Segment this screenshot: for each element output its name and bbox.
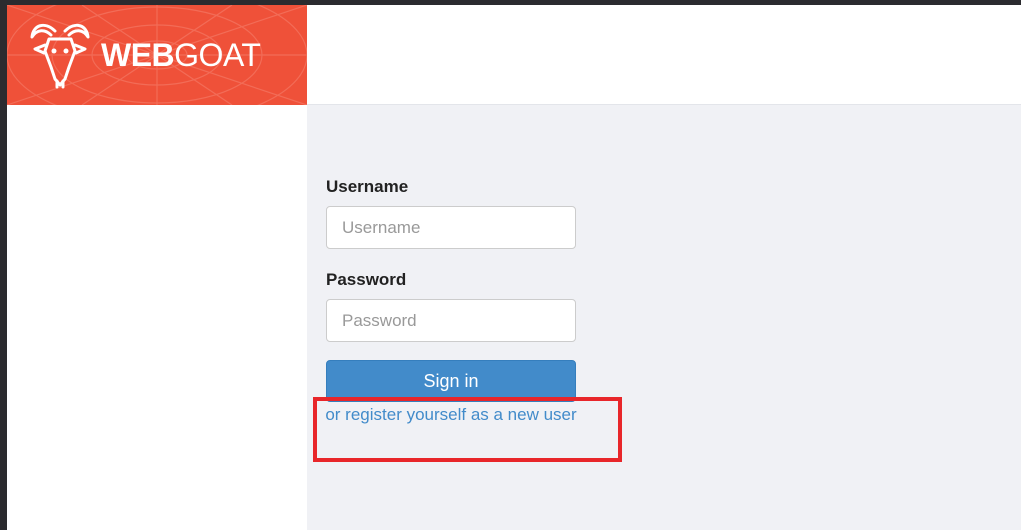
brand-name: WEBGOAT xyxy=(101,35,261,75)
register-link[interactable]: or register yourself as a new user xyxy=(318,402,584,427)
goat-head-icon xyxy=(30,23,90,89)
brand-header[interactable]: WEBGOAT xyxy=(7,5,307,105)
username-label: Username xyxy=(326,177,409,196)
username-input[interactable] xyxy=(326,206,576,249)
sign-in-button[interactable]: Sign in xyxy=(326,360,576,402)
main-content: Username Password Sign in or register yo… xyxy=(307,105,1021,530)
password-label: Password xyxy=(326,270,407,289)
top-navbar xyxy=(307,5,1021,105)
password-input[interactable] xyxy=(326,299,576,342)
brand-name-light: GOAT xyxy=(174,37,261,73)
brand-name-bold: WEB xyxy=(101,37,175,73)
app-window: WEBGOAT Username Password Sign in or reg… xyxy=(7,5,1021,530)
sidebar xyxy=(7,105,307,530)
